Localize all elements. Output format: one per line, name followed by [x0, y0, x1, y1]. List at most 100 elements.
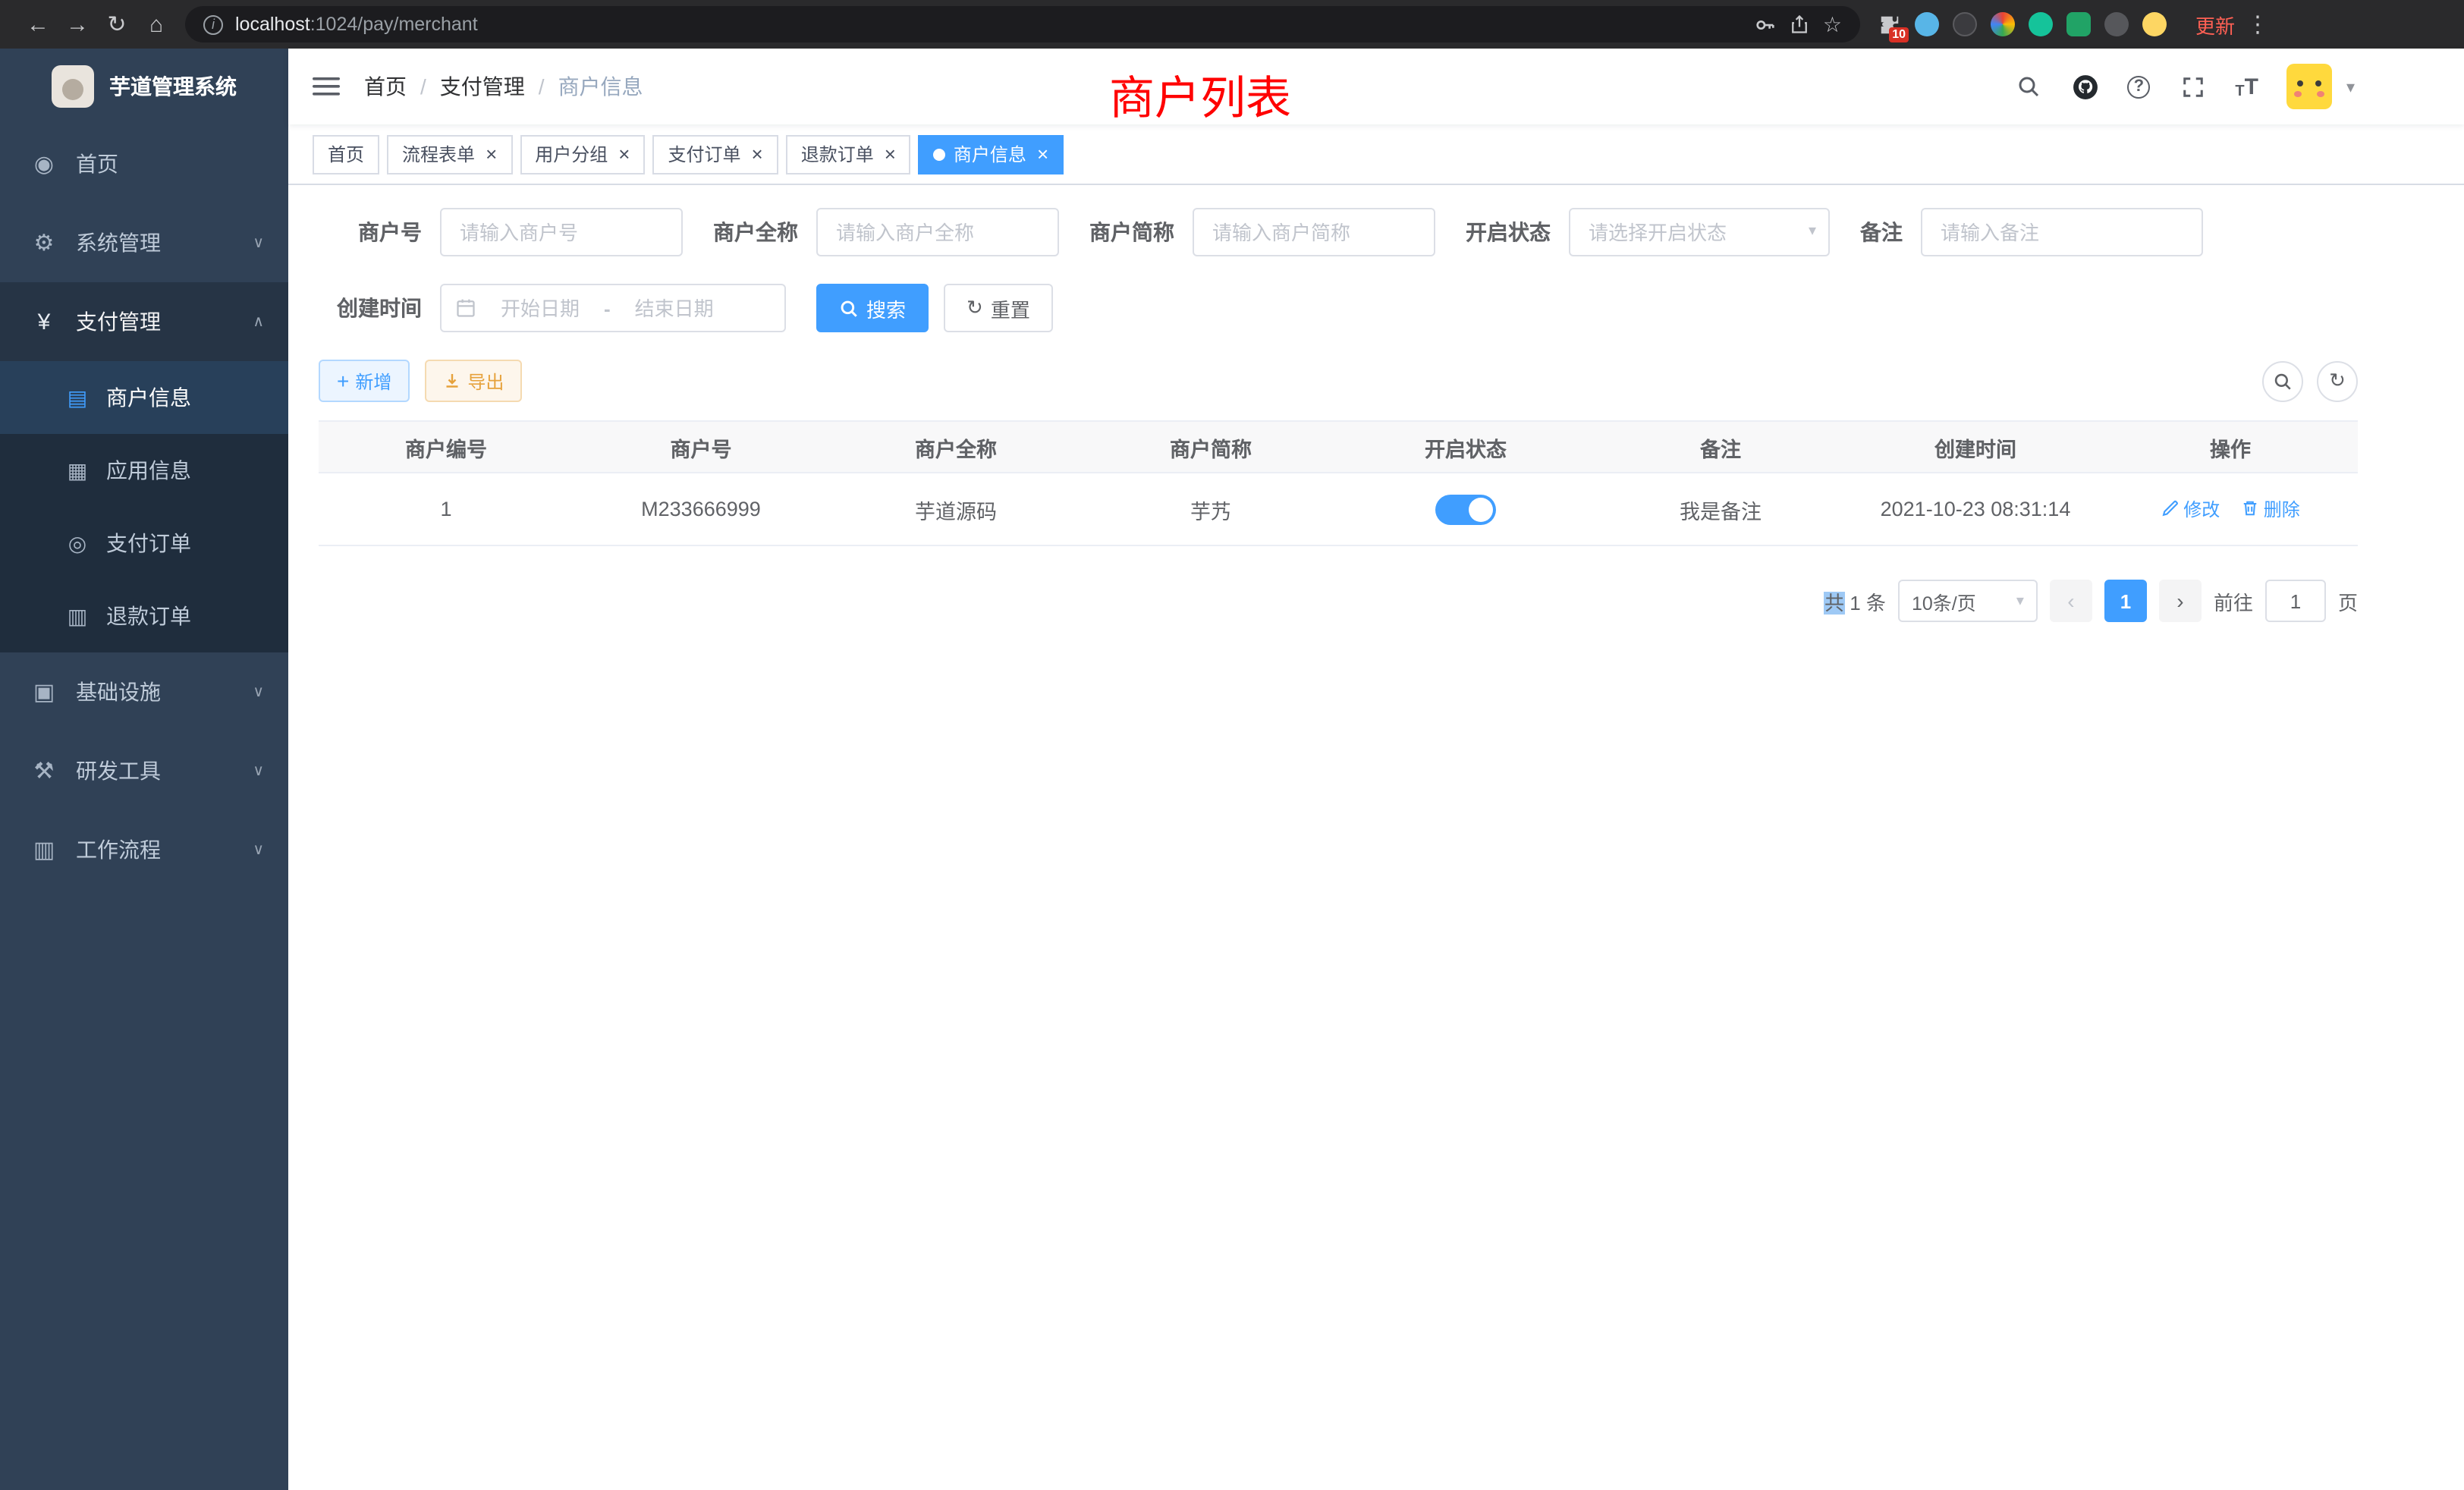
goto-page-input[interactable]: [2265, 580, 2326, 622]
delete-button[interactable]: 删除: [2241, 496, 2300, 522]
reset-button-label: 重置: [991, 294, 1030, 322]
tools-icon: ⚒: [30, 757, 58, 784]
status-label: 开启状态: [1466, 217, 1569, 247]
app-logo[interactable]: 芋道管理系统: [0, 49, 288, 124]
bookmark-star-icon[interactable]: ☆: [1823, 11, 1842, 37]
tab-close-icon[interactable]: ×: [486, 144, 497, 164]
tab-user-group[interactable]: 用户分组 ×: [520, 134, 645, 174]
remark-input[interactable]: [1921, 208, 2203, 256]
extension-icon-3[interactable]: [1989, 11, 2016, 38]
sidebar-item-infrastructure[interactable]: ▣ 基础设施 ∨: [0, 652, 288, 731]
fullscreen-icon[interactable]: [2179, 73, 2206, 100]
browser-home-icon[interactable]: ⌂: [137, 5, 176, 44]
breadcrumb-payment[interactable]: 支付管理: [440, 71, 525, 102]
tab-process-form[interactable]: 流程表单×: [387, 134, 512, 174]
chevron-down-icon: ▾: [2016, 593, 2024, 609]
extension-icon-2[interactable]: [1951, 11, 1978, 38]
dashboard-icon: ◉: [30, 150, 58, 178]
sidebar-item-pay-order[interactable]: ◎ 支付订单: [0, 507, 288, 580]
avatar-caret-icon[interactable]: ▾: [2346, 77, 2355, 96]
app-frame: 芋道管理系统 ◉ 首页 ⚙ 系统管理 ∨ ¥ 支付管理 ∧: [0, 49, 2464, 1490]
extension-icon-5[interactable]: [2065, 11, 2092, 38]
browser-back-icon[interactable]: ←: [18, 5, 58, 44]
next-page-button[interactable]: ›: [2159, 580, 2202, 622]
end-date-input[interactable]: [617, 297, 732, 319]
logo-image: [52, 65, 94, 108]
tab-refund-order[interactable]: 退款订单×: [786, 134, 911, 174]
font-size-icon[interactable]: TT: [2235, 73, 2258, 100]
sidebar-item-refund-order[interactable]: ▥ 退款订单: [0, 580, 288, 652]
reset-button[interactable]: ↻ 重置: [944, 284, 1053, 332]
site-info-icon[interactable]: i: [203, 14, 223, 34]
extension-icon-1[interactable]: [1913, 11, 1941, 38]
help-icon[interactable]: ?: [2127, 75, 2150, 98]
tab-close-icon[interactable]: ×: [618, 144, 630, 164]
extension-icon-7[interactable]: [2141, 11, 2168, 38]
refresh-table-button[interactable]: ↻: [2317, 360, 2358, 401]
cell-status: [1338, 473, 1593, 545]
sidebar-item-app-info[interactable]: ▦ 应用信息: [0, 434, 288, 507]
date-range-picker[interactable]: -: [440, 284, 786, 332]
sidebar-item-system[interactable]: ⚙ 系统管理 ∨: [0, 203, 288, 282]
hamburger-icon[interactable]: [313, 74, 340, 99]
full-name-input[interactable]: [816, 208, 1059, 256]
menu-label: 支付订单: [106, 528, 191, 558]
browser-forward-icon[interactable]: →: [58, 5, 97, 44]
search-button[interactable]: 搜索: [816, 284, 929, 332]
tab-merchant-info[interactable]: 商户信息×: [919, 134, 1064, 174]
sidebar-item-payment[interactable]: ¥ 支付管理 ∧: [0, 282, 288, 361]
breadcrumb-home[interactable]: 首页: [364, 71, 407, 102]
extension-icon-6[interactable]: [2103, 11, 2130, 38]
annotation-text: 商户列表: [1109, 61, 1291, 127]
sidebar-item-workflow[interactable]: ▥ 工作流程 ∨: [0, 810, 288, 889]
sidebar-item-home[interactable]: ◉ 首页: [0, 124, 288, 203]
toggle-search-button[interactable]: [2262, 360, 2303, 401]
column-header-full-name: 商户全称: [828, 421, 1083, 473]
chevron-down-icon: ∨: [253, 841, 264, 858]
sidebar-item-merchant-info[interactable]: ▤ 商户信息: [0, 361, 288, 434]
github-icon[interactable]: [2071, 73, 2098, 100]
tab-close-icon[interactable]: ×: [752, 144, 763, 164]
share-icon[interactable]: [1790, 14, 1811, 35]
filter-short-name: 商户简称: [1089, 208, 1435, 256]
url-domain: localhost: [235, 14, 310, 35]
status-toggle[interactable]: [1435, 494, 1496, 524]
search-icon[interactable]: [2015, 73, 2042, 100]
short-name-input[interactable]: [1193, 208, 1435, 256]
merchant-no-input[interactable]: [440, 208, 683, 256]
sidebar-item-dev-tools[interactable]: ⚒ 研发工具 ∨: [0, 731, 288, 810]
refund-doc-icon: ▥: [64, 603, 91, 629]
extension-icon-4[interactable]: [2027, 11, 2054, 38]
cell-merchant-no: M233666999: [574, 473, 828, 545]
tab-close-icon[interactable]: ×: [1037, 144, 1048, 164]
trash-icon: [2241, 500, 2259, 518]
prev-page-button[interactable]: ‹: [2050, 580, 2092, 622]
pagination: 共 1 条 10条/页 ▾ ‹ 1 › 前往 页: [319, 580, 2358, 622]
start-date-input[interactable]: [482, 297, 598, 319]
user-avatar[interactable]: [2287, 64, 2333, 109]
page-size-select[interactable]: 10条/页 ▾: [1898, 580, 2038, 622]
status-select[interactable]: [1569, 208, 1830, 256]
page-1-button[interactable]: 1: [2104, 580, 2147, 622]
extensions-puzzle-icon[interactable]: 10: [1875, 11, 1903, 38]
card-icon: ▤: [64, 385, 91, 410]
tab-close-icon[interactable]: ×: [885, 144, 896, 164]
address-bar[interactable]: i localhost:1024/pay/merchant ☆: [185, 6, 1860, 42]
tab-home[interactable]: 首页: [313, 134, 379, 174]
merchant-table: 商户编号 商户号 商户全称 商户简称 开启状态 备注 创建时间 操作: [319, 420, 2358, 546]
export-button[interactable]: 导出: [425, 360, 522, 402]
page-unit-label: 页: [2338, 586, 2358, 615]
tab-label: 用户分组: [535, 141, 608, 167]
add-button[interactable]: + 新增: [319, 360, 410, 402]
browser-menu-icon[interactable]: ⋮: [2247, 5, 2268, 44]
browser-refresh-icon[interactable]: ↻: [97, 5, 137, 44]
update-button[interactable]: 更新: [2195, 10, 2235, 39]
breadcrumb-separator: /: [539, 74, 545, 99]
edit-button[interactable]: 修改: [2161, 496, 2220, 522]
password-key-icon[interactable]: [1755, 13, 1777, 36]
table-header-row: 商户编号 商户号 商户全称 商户简称 开启状态 备注 创建时间 操作: [319, 421, 2358, 473]
tab-pay-order[interactable]: 支付订单×: [652, 134, 778, 174]
menu-label: 系统管理: [76, 228, 161, 258]
short-name-label: 商户简称: [1089, 217, 1193, 247]
full-name-label: 商户全称: [713, 217, 816, 247]
